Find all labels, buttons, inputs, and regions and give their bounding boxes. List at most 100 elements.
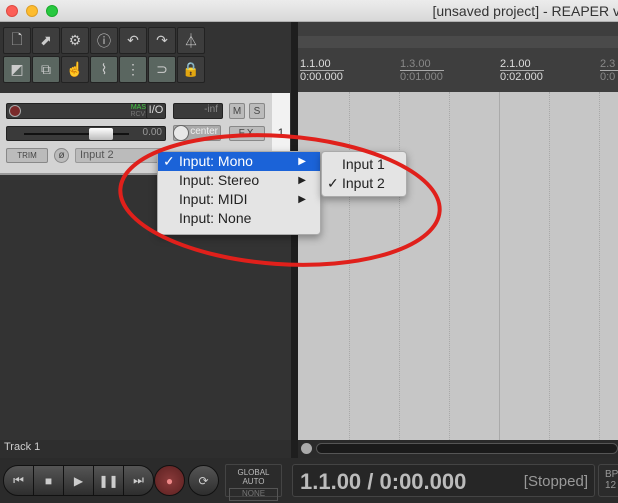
- global-automation[interactable]: GLOBAL AUTO NONE: [225, 464, 282, 501]
- record-arm-button[interactable]: [9, 105, 21, 117]
- zoom-out-button[interactable]: [301, 443, 312, 454]
- horizontal-scrollbar[interactable]: [298, 440, 618, 458]
- mute-button[interactable]: M: [229, 103, 245, 119]
- io-button[interactable]: I/O: [146, 103, 166, 119]
- fx-label: FX: [238, 128, 256, 139]
- repeat-button[interactable]: ⟳: [188, 465, 219, 496]
- bpm-display[interactable]: BP 12: [598, 464, 618, 497]
- metronome-icon[interactable]: ⏃: [177, 27, 205, 54]
- play-state: [Stopped]: [523, 473, 588, 490]
- track-name-field[interactable]: MASTER RCVSND: [6, 103, 164, 119]
- ruler-mark: 1.1.00 0:00.000: [300, 58, 344, 83]
- toolbar-row-2: ◩ ⧉ ☝ ⌇ ⋮ ⊃ 🔒: [3, 56, 205, 83]
- pause-button[interactable]: ❚❚: [93, 465, 124, 496]
- menu-item-label: Input: Mono: [179, 153, 253, 169]
- time-label: 0:00.000: [300, 71, 343, 83]
- new-project-icon[interactable]: 🗋: [3, 27, 31, 54]
- submenu-item-label: Input 1: [342, 156, 385, 172]
- beat-label: 2.1.00: [500, 58, 544, 71]
- close-button[interactable]: [6, 5, 18, 17]
- beat-label: 1.1.00: [300, 58, 344, 71]
- submenu-item-label: Input 2: [342, 175, 385, 191]
- ruler-mark: 2.3 0:0: [600, 58, 618, 83]
- menu-item-label: Input: Stereo: [179, 172, 260, 188]
- track-name-label: Track 1: [4, 441, 41, 453]
- grid-line: [349, 92, 350, 440]
- submenu-arrow-icon: ▶: [298, 194, 306, 205]
- save-project-icon[interactable]: ⬈: [32, 27, 60, 54]
- phase-invert-button[interactable]: ø: [54, 148, 69, 163]
- menu-item[interactable]: Input: Stereo ▶: [158, 171, 320, 190]
- region-lane[interactable]: [298, 36, 618, 48]
- menu-item[interactable]: Input: MIDI ▶: [158, 190, 320, 209]
- lock-icon[interactable]: 🔒: [177, 56, 205, 83]
- volume-fader-handle[interactable]: [89, 128, 113, 140]
- timeline-ruler[interactable]: [298, 22, 618, 92]
- grouping-icon[interactable]: ⧉: [32, 56, 60, 83]
- minimize-button[interactable]: [26, 5, 38, 17]
- pan-value: center: [190, 126, 218, 137]
- menu-item[interactable]: ✓ Input: Mono ▶: [158, 152, 320, 171]
- title-bar: [unsaved project] - REAPER v: [0, 0, 618, 22]
- zoom-button[interactable]: [46, 5, 58, 17]
- menu-item-label: Input: MIDI: [179, 191, 248, 207]
- go-to-start-button[interactable]: ⏮: [3, 465, 34, 496]
- pan-knob[interactable]: center: [173, 125, 221, 141]
- input-label: Input 2: [80, 149, 114, 161]
- scroll-thumb[interactable]: [316, 443, 618, 454]
- submenu-item[interactable]: ✓ Input 2: [322, 174, 406, 193]
- time-display[interactable]: 1.1.00 / 0:00.000 [Stopped]: [292, 464, 595, 497]
- grid-line: [499, 92, 500, 440]
- grid-line: [399, 92, 400, 440]
- time-label: 0:02.000: [500, 71, 543, 83]
- menu-item-label: Input: None: [179, 210, 252, 226]
- item-selection-icon[interactable]: ☝: [61, 56, 89, 83]
- bpm-value: 12: [605, 480, 617, 491]
- file-info-icon[interactable]: ⓘ: [90, 27, 118, 54]
- fx-button[interactable]: FX: [229, 126, 265, 141]
- trim-label: TRIM: [17, 151, 37, 160]
- submenu-arrow-icon: ▶: [298, 156, 306, 167]
- record-button[interactable]: ●: [154, 465, 185, 496]
- bpm-label: BP: [605, 469, 618, 480]
- go-to-end-button[interactable]: ⏭: [123, 465, 154, 496]
- beat-label: 2.3: [600, 58, 618, 71]
- transport-bar: ⏮ ■ ▶ ❚❚ ⏭ ● ⟳ GLOBAL AUTO NONE 1.1.00 /…: [0, 458, 618, 503]
- input-context-menu: ✓ Input: Mono ▶ Input: Stereo ▶ Input: MIDI ▶ I…: [157, 151, 321, 235]
- grid-line: [599, 92, 600, 440]
- play-button[interactable]: ▶: [63, 465, 94, 496]
- arrange-view[interactable]: [298, 92, 618, 440]
- beat-label: 1.3.00: [400, 58, 444, 71]
- grid-line: [449, 92, 450, 440]
- global-auto-label: GLOBAL AUTO: [237, 468, 270, 486]
- envelope-icon[interactable]: ⌇: [90, 56, 118, 83]
- window-title: [unsaved project] - REAPER v: [432, 3, 618, 19]
- submenu-arrow-icon: ▶: [298, 175, 306, 186]
- volume-value: 0.00: [142, 127, 162, 138]
- time-label: 0:0: [600, 71, 616, 83]
- project-settings-icon[interactable]: ⚙: [61, 27, 89, 54]
- snap-grid-icon[interactable]: ⋮: [119, 56, 147, 83]
- volume-meter: -inf: [173, 103, 223, 119]
- automation-mode-button[interactable]: NONE: [229, 488, 278, 501]
- time-label: 0:01.000: [400, 71, 443, 83]
- checkmark-icon: ✓: [327, 175, 339, 191]
- undo-icon[interactable]: ↶: [119, 27, 147, 54]
- stop-button[interactable]: ■: [33, 465, 64, 496]
- loop-icon[interactable]: ⊃: [148, 56, 176, 83]
- checkmark-icon: ✓: [163, 153, 175, 169]
- input-mono-submenu: Input 1 ✓ Input 2: [321, 151, 407, 197]
- solo-button[interactable]: S: [249, 103, 265, 119]
- input-select-button[interactable]: Input 2: [75, 148, 165, 163]
- submenu-item[interactable]: Input 1: [322, 155, 406, 174]
- pane-divider[interactable]: [291, 22, 298, 503]
- redo-icon[interactable]: ↷: [148, 27, 176, 54]
- grid-line: [549, 92, 550, 440]
- ruler-mark: 2.1.00 0:02.000: [500, 58, 544, 83]
- trim-button[interactable]: TRIM: [6, 148, 48, 163]
- position-readout: 1.1.00 / 0:00.000: [300, 469, 467, 494]
- volume-fader[interactable]: 0.00: [6, 126, 166, 141]
- menu-item[interactable]: Input: None: [158, 209, 320, 228]
- toolbar-row-1: 🗋 ⬈ ⚙ ⓘ ↶ ↷ ⏃: [3, 27, 205, 54]
- ripple-edit-icon[interactable]: ◩: [3, 56, 31, 83]
